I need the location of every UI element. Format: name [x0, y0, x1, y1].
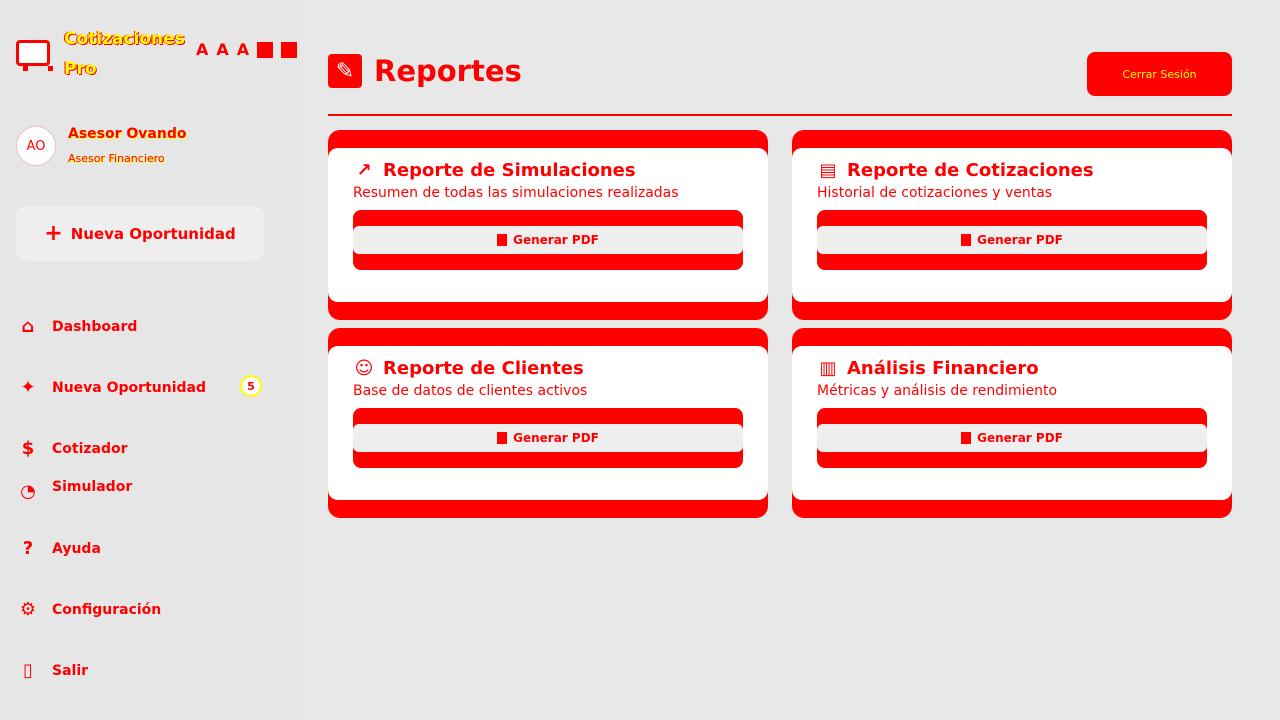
button-label: Generar PDF — [977, 431, 1063, 445]
chart-up-icon: ↗ — [356, 160, 372, 181]
sidebar-item-configuracion[interactable]: ⚙ Configuración — [16, 579, 286, 640]
card-title-text: Reporte de Simulaciones — [383, 160, 636, 181]
card-description: Métricas y análisis de rendimiento — [817, 383, 1058, 399]
sidebar-item-label: Configuración — [52, 601, 162, 618]
user-role: Asesor Financiero — [68, 152, 165, 165]
card-title-text: Reporte de Clientes — [383, 358, 584, 379]
font-increase-button[interactable]: A — [237, 40, 249, 59]
sidebar-item-simulador[interactable]: ◔ Simulador — [16, 479, 286, 503]
divider — [328, 114, 1232, 116]
font-decrease-button[interactable]: A — [196, 40, 208, 59]
user-profile: AO Asesor Ovando Asesor Financiero — [16, 124, 286, 168]
plus-icon: + — [44, 221, 63, 246]
sidebar-item-label: Salir — [52, 662, 89, 679]
pdf-icon — [497, 234, 508, 246]
new-opportunity-button[interactable]: + Nueva Oportunidad — [16, 206, 264, 261]
sidebar-item-cotizador[interactable]: $ Cotizador — [16, 418, 286, 479]
card-title: ▥ Análisis Financiero — [817, 358, 1207, 380]
sidebar-item-salir[interactable]: ▯ Salir — [16, 640, 286, 701]
report-card-financiero: ▥ Análisis Financiero Métricas y análisi… — [792, 328, 1232, 518]
sidebar-item-label: Simulador — [52, 479, 133, 495]
sidebar-item-label: Ayuda — [52, 540, 101, 557]
main-content: ✎ Reportes Cerrar Sesión ↗ Reporte de Si… — [304, 24, 1256, 720]
chart-icon: ◔ — [20, 480, 36, 502]
page-title: ✎ Reportes — [328, 54, 522, 88]
sidebar-item-nueva-oportunidad[interactable]: ✦ Nueva Oportunidad 5 — [16, 357, 286, 418]
generate-pdf-button[interactable]: Generar PDF — [353, 210, 743, 270]
sidebar-item-ayuda[interactable]: ? Ayuda — [16, 518, 286, 579]
generate-pdf-button[interactable]: Generar PDF — [817, 210, 1207, 270]
people-icon: ☺ — [354, 358, 374, 379]
sidebar-item-dashboard[interactable]: ⌂ Dashboard — [16, 296, 286, 357]
money-bag-icon: $ — [21, 438, 35, 459]
page-title-text: Reportes — [374, 54, 522, 88]
logout-button[interactable]: Cerrar Sesión — [1087, 52, 1232, 96]
question-icon: ? — [22, 538, 34, 559]
contrast-icon[interactable] — [257, 41, 274, 58]
new-opportunity-label: Nueva Oportunidad — [70, 224, 236, 243]
accessibility-icon[interactable] — [281, 41, 298, 58]
avatar: AO — [16, 126, 56, 166]
pdf-icon — [497, 432, 508, 444]
notification-badge: 5 — [240, 375, 262, 397]
sidebar-bottom-nav: ? Ayuda ⚙ Configuración ▯ Salir — [16, 518, 286, 701]
card-title: ↗ Reporte de Simulaciones — [353, 160, 743, 182]
exit-icon: ▯ — [23, 660, 33, 681]
home-icon: ⌂ — [21, 316, 35, 337]
sidebar: Cotizaciones Pro A A A AO Asesor Ovando … — [0, 0, 304, 720]
document-icon: ▤ — [819, 160, 837, 181]
sidebar-item-label: Dashboard — [52, 318, 138, 335]
button-label: Generar PDF — [513, 431, 599, 445]
brand: Cotizaciones Pro A A A — [16, 20, 298, 90]
card-description: Historial de cotizaciones y ventas — [817, 185, 1053, 201]
sidebar-item-label: Nueva Oportunidad — [52, 379, 206, 396]
sidebar-item-label: Cotizador — [52, 440, 128, 457]
gear-icon: ⚙ — [19, 599, 37, 620]
pdf-icon — [961, 432, 972, 444]
report-card-simulaciones: ↗ Reporte de Simulaciones Resumen de tod… — [328, 130, 768, 320]
sidebar-nav: ⌂ Dashboard ✦ Nueva Oportunidad 5 $ Coti… — [16, 296, 286, 503]
font-reset-button[interactable]: A — [216, 40, 228, 59]
card-title-text: Análisis Financiero — [847, 358, 1039, 379]
truck-icon — [16, 40, 53, 71]
sparkle-icon: ✦ — [20, 377, 36, 398]
font-size-controls: A A A — [196, 40, 298, 59]
brand-name: Cotizaciones Pro — [64, 29, 185, 79]
button-label: Generar PDF — [513, 233, 599, 247]
generate-pdf-button[interactable]: Generar PDF — [817, 408, 1207, 468]
card-title-text: Reporte de Cotizaciones — [847, 160, 1094, 181]
card-title: ☺ Reporte de Clientes — [353, 358, 743, 380]
button-label: Generar PDF — [977, 233, 1063, 247]
report-icon: ✎ — [328, 54, 362, 88]
card-title: ▤ Reporte de Cotizaciones — [817, 160, 1207, 182]
generate-pdf-button[interactable]: Generar PDF — [353, 408, 743, 468]
pdf-icon — [961, 234, 972, 246]
card-description: Resumen de todas las simulaciones realiz… — [353, 185, 679, 201]
bar-chart-icon: ▥ — [819, 358, 837, 379]
report-card-clientes: ☺ Reporte de Clientes Base de datos de c… — [328, 328, 768, 518]
user-name: Asesor Ovando — [68, 126, 187, 142]
report-card-cotizaciones: ▤ Reporte de Cotizaciones Historial de c… — [792, 130, 1232, 320]
card-description: Base de datos de clientes activos — [353, 383, 588, 399]
